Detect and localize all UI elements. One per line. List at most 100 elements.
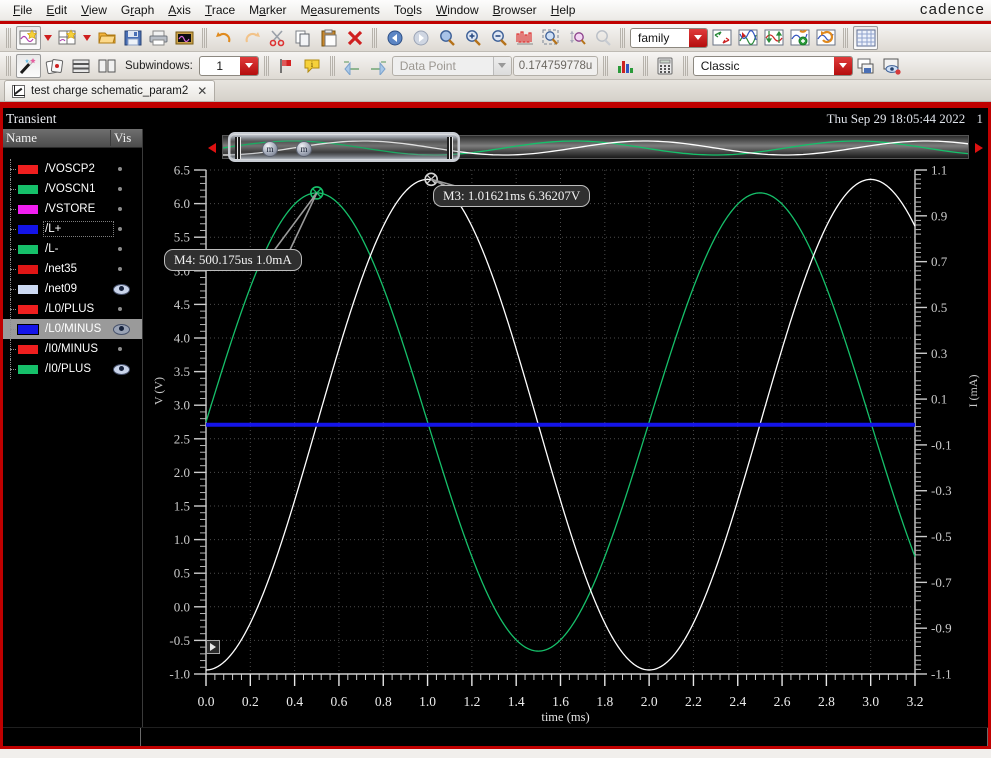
signal-color-swatch[interactable] — [17, 163, 39, 175]
toolbar-grip-grid[interactable] — [842, 27, 849, 48]
signal-row[interactable]: /L- — [3, 239, 142, 259]
visibility-cell[interactable] — [112, 227, 142, 231]
signal-color-swatch[interactable] — [17, 263, 39, 275]
signal-color-swatch[interactable] — [17, 303, 39, 315]
theme-combo[interactable]: Classic — [692, 55, 853, 76]
signal-row[interactable]: /VOSCN1 — [3, 179, 142, 199]
signal-row[interactable]: /VSTORE — [3, 199, 142, 219]
save-icon[interactable] — [120, 26, 145, 50]
signal-row[interactable]: /L0/PLUS — [3, 299, 142, 319]
visibility-cell[interactable] — [112, 207, 142, 211]
new-subwindow-dropdown-icon[interactable] — [83, 34, 91, 41]
marker-callout-m3[interactable]: M3: 1.01621ms 6.36207V — [433, 185, 591, 207]
menu-tools[interactable]: Tools — [387, 1, 429, 19]
copy-icon[interactable] — [290, 26, 315, 50]
visibility-cell[interactable] — [112, 167, 142, 171]
signal-color-swatch[interactable] — [17, 223, 39, 235]
new-waveform-dropdown-icon[interactable] — [44, 34, 52, 41]
reload-trace-icon[interactable] — [813, 26, 838, 50]
navigator-grip-left[interactable] — [235, 137, 241, 159]
wand-icon[interactable] — [16, 53, 41, 78]
info-marker-icon[interactable]: i — [300, 54, 325, 78]
signal-color-swatch[interactable] — [17, 203, 39, 215]
eye-icon[interactable] — [113, 283, 130, 295]
toolbar-grip-family[interactable] — [619, 27, 626, 48]
signal-row[interactable]: /net09 — [3, 279, 142, 299]
marker-callout-m4[interactable]: M4: 500.175us 1.0mA — [164, 249, 302, 271]
signal-row[interactable]: /VOSCP2 — [3, 159, 142, 179]
visibility-cell[interactable] — [112, 187, 142, 191]
open-folder-icon[interactable] — [94, 26, 119, 50]
toolbar-grip[interactable] — [5, 27, 12, 48]
dot-icon[interactable] — [118, 267, 122, 271]
zoom-reset-icon[interactable] — [590, 26, 615, 50]
theme-combo-arrow[interactable] — [833, 56, 852, 75]
dot-icon[interactable] — [118, 347, 122, 351]
menu-view[interactable]: View — [74, 1, 114, 19]
menu-window[interactable]: Window — [429, 1, 486, 19]
play-animation-button[interactable] — [206, 640, 220, 654]
signal-color-swatch[interactable] — [17, 183, 39, 195]
paste-icon[interactable] — [316, 26, 341, 50]
column-header-name[interactable]: Name — [3, 130, 110, 146]
navigator-left-arrow-icon[interactable] — [208, 143, 216, 153]
menu-help[interactable]: Help — [544, 1, 583, 19]
signal-color-swatch[interactable] — [17, 243, 39, 255]
dot-icon[interactable] — [118, 307, 122, 311]
cut-icon[interactable] — [264, 26, 289, 50]
new-subwindow-icon[interactable] — [55, 26, 80, 50]
menu-file[interactable]: File — [6, 1, 39, 19]
menu-trace[interactable]: Trace — [198, 1, 242, 19]
dot-icon[interactable] — [118, 247, 122, 251]
signal-color-swatch[interactable] — [17, 343, 39, 355]
signal-row[interactable]: /I0/MINUS — [3, 339, 142, 359]
toolbar-grip-edit[interactable] — [201, 27, 208, 48]
menu-edit[interactable]: Edit — [39, 1, 74, 19]
navigator-grip-right[interactable] — [447, 137, 453, 159]
signal-row[interactable]: /I0/PLUS — [3, 359, 142, 379]
zoom-area-icon[interactable] — [538, 26, 563, 50]
navigator-view-window[interactable]: m m — [228, 132, 460, 162]
datapoint-value-field[interactable]: 0.174759778u — [512, 55, 598, 76]
family-combo-arrow[interactable] — [689, 28, 707, 47]
align-traces-icon[interactable] — [735, 26, 760, 50]
redo-icon[interactable] — [238, 26, 263, 50]
menu-measurements[interactable]: Measurements — [294, 1, 387, 19]
dot-icon[interactable] — [118, 227, 122, 231]
split-vertical-icon[interactable] — [94, 54, 119, 78]
family-combo[interactable]: family — [630, 27, 708, 48]
visibility-cell[interactable] — [112, 247, 142, 251]
undo-icon[interactable] — [212, 26, 237, 50]
zoom-y-icon[interactable] — [564, 26, 589, 50]
signal-row[interactable]: /L+ — [3, 219, 142, 239]
navigator-right-arrow-icon[interactable] — [975, 143, 983, 153]
hide-layout-icon[interactable] — [880, 54, 905, 78]
histogram-icon[interactable] — [613, 54, 638, 78]
dot-icon[interactable] — [118, 187, 122, 191]
zoom-next-icon[interactable] — [408, 26, 433, 50]
datapoint-combo[interactable]: Data Point — [391, 55, 512, 76]
toolbar2-grip-theme[interactable] — [681, 55, 689, 76]
menu-marker[interactable]: Marker — [242, 1, 293, 19]
menu-axis[interactable]: Axis — [161, 1, 198, 19]
visibility-cell[interactable] — [112, 347, 142, 351]
toolbar2-grip-nav[interactable] — [328, 55, 336, 76]
prev-marker-icon[interactable] — [340, 54, 365, 78]
signal-color-swatch[interactable] — [17, 283, 39, 295]
visibility-cell[interactable] — [112, 283, 142, 295]
print-icon[interactable] — [146, 26, 171, 50]
calculator-icon[interactable] — [653, 54, 678, 78]
visibility-cell[interactable] — [112, 267, 142, 271]
dot-icon[interactable] — [118, 207, 122, 211]
toolbar2-grip-hist[interactable] — [601, 55, 609, 76]
toolbar2-grip-calc[interactable] — [641, 55, 649, 76]
zoom-previous-icon[interactable] — [382, 26, 407, 50]
close-icon[interactable]: ✕ — [194, 84, 207, 98]
save-layout-icon[interactable] — [854, 54, 879, 78]
visibility-cell[interactable] — [112, 307, 142, 311]
flip-vertical-icon[interactable] — [761, 26, 786, 50]
tab-test-charge-schematic-param2[interactable]: test charge schematic_param2 ✕ — [4, 80, 216, 101]
signal-row[interactable]: /net35 — [3, 259, 142, 279]
navigator-strip[interactable]: m m — [206, 132, 985, 162]
column-header-vis[interactable]: Vis — [110, 130, 142, 146]
